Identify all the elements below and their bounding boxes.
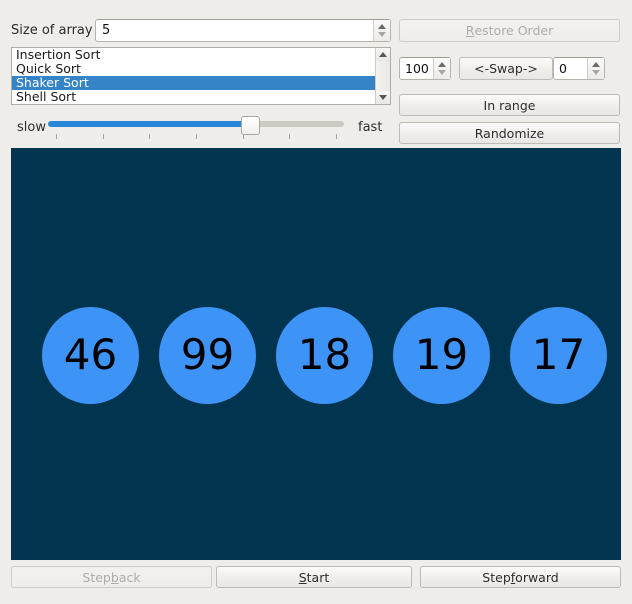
swap-left-stepper[interactable] — [433, 58, 450, 79]
swap-right-spinbox[interactable]: 0 — [553, 57, 605, 80]
step-forward-button[interactable]: Step f orward — [420, 566, 621, 588]
array-node[interactable]: 99 — [159, 306, 256, 404]
size-of-array-spinbox[interactable]: 5 — [95, 19, 391, 42]
slider-tick — [103, 134, 104, 139]
list-item[interactable]: Shell Sort — [12, 90, 375, 104]
slider-tick — [149, 134, 150, 139]
triangle-down-icon — [378, 32, 386, 37]
array-node[interactable]: 17 — [510, 306, 607, 404]
slider-ticks — [48, 134, 344, 140]
slider-fill — [48, 121, 249, 127]
array-node-value: 18 — [297, 330, 352, 379]
array-node-value: 19 — [414, 330, 469, 379]
step-forward-label-pre: Step — [482, 569, 511, 585]
randomize-button[interactable]: Randomize — [399, 122, 620, 144]
triangle-up-icon — [379, 52, 387, 57]
restore-order-mnemonic: R — [465, 23, 475, 38]
restore-order-label: estore Order — [474, 23, 554, 38]
speed-slider[interactable] — [48, 112, 344, 142]
visualization-canvas: 46 99 18 19 17 — [11, 148, 621, 560]
start-label: tart — [306, 569, 330, 585]
slider-tick — [243, 134, 244, 139]
start-mnemonic: S — [298, 569, 307, 585]
list-item[interactable]: Insertion Sort — [12, 48, 375, 62]
slider-tick — [336, 134, 337, 139]
slider-fast-label: fast — [358, 120, 383, 135]
algorithm-list-scrollbar[interactable] — [375, 48, 390, 104]
swap-left-spinbox[interactable]: 100 — [399, 57, 451, 80]
slider-tick — [289, 134, 290, 139]
step-forward-label-post: orward — [515, 569, 559, 585]
list-item-label: Shaker Sort — [16, 75, 89, 90]
triangle-down-icon — [438, 70, 446, 75]
swap-left-value[interactable]: 100 — [400, 61, 433, 76]
array-node[interactable]: 19 — [393, 306, 490, 404]
size-of-array-value[interactable]: 5 — [96, 23, 373, 38]
slider-tick — [56, 134, 57, 139]
in-range-button[interactable]: In range — [399, 94, 620, 116]
list-item[interactable]: Quick Sort — [12, 62, 375, 76]
slider-handle[interactable] — [241, 116, 260, 135]
restore-order-button[interactable]: Restore Order — [399, 19, 620, 42]
size-of-array-label: Size of array — [11, 23, 93, 38]
start-button[interactable]: Start — [216, 566, 412, 588]
list-item-label: Insertion Sort — [16, 47, 101, 62]
list-item-label: Shell Sort — [16, 89, 77, 104]
list-item-label: Quick Sort — [16, 61, 81, 76]
app-window: Size of array 5 Restore Order Insertion … — [0, 0, 632, 604]
scroll-up-button[interactable] — [375, 48, 390, 61]
step-back-button[interactable]: Step b ack — [11, 566, 212, 588]
algorithm-listbox[interactable]: Insertion Sort Quick Sort Shaker Sort Sh… — [11, 47, 391, 105]
triangle-down-icon — [592, 70, 600, 75]
triangle-down-icon — [379, 95, 387, 100]
array-node[interactable]: 18 — [276, 306, 373, 404]
array-node-value: 17 — [531, 330, 586, 379]
swap-right-value[interactable]: 0 — [554, 61, 587, 76]
slider-tick — [196, 134, 197, 139]
triangle-up-icon — [438, 62, 446, 67]
size-of-array-stepper[interactable] — [373, 20, 390, 41]
triangle-up-icon — [592, 62, 600, 67]
step-back-label-post: ack — [118, 569, 141, 585]
slider-slow-label: slow — [17, 120, 46, 135]
array-node[interactable]: 46 — [42, 306, 139, 404]
scroll-down-button[interactable] — [375, 91, 390, 104]
triangle-up-icon — [378, 24, 386, 29]
algorithm-list-items: Insertion Sort Quick Sort Shaker Sort Sh… — [12, 48, 375, 104]
swap-button[interactable]: <-Swap-> — [459, 57, 553, 80]
step-back-label-pre: Step — [82, 569, 111, 585]
array-node-value: 46 — [63, 330, 118, 379]
swap-right-stepper[interactable] — [587, 58, 604, 79]
step-back-mnemonic: b — [110, 569, 119, 585]
list-item-selected[interactable]: Shaker Sort — [12, 76, 375, 90]
array-node-value: 99 — [180, 330, 235, 379]
